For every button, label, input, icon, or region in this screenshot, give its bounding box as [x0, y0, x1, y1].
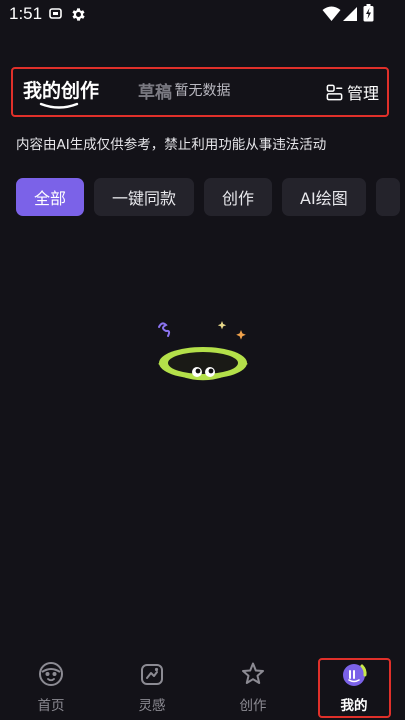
status-time: 1:51	[9, 4, 43, 23]
filter-chip-create[interactable]: 创作	[204, 178, 273, 216]
create-star-icon	[242, 662, 264, 684]
tab-active-indicator	[39, 102, 79, 109]
ai-disclaimer: 内容由AI生成仅供参考，禁止利用功能从事违法活动	[16, 137, 327, 153]
signal-icon	[343, 7, 357, 21]
nav-label-home: 首页	[37, 698, 65, 714]
nav-label-inspiration: 灵感	[138, 698, 166, 714]
empty-hole-illustration	[158, 321, 248, 381]
filter-chip-ai-drawing[interactable]: AI绘图	[282, 178, 366, 216]
empty-state-text: 暂无数据	[174, 83, 231, 99]
nav-item-inspiration[interactable]: 灵感	[112, 653, 192, 720]
home-face-icon	[39, 662, 63, 686]
filter-chip-all[interactable]: 全部	[16, 178, 85, 216]
filter-chips: 全部 一键同款 创作 AI绘图	[16, 178, 405, 218]
filter-chip-one-click[interactable]: 一键同款	[94, 178, 195, 216]
battery-icon	[363, 4, 374, 22]
nav-item-home[interactable]: 首页	[11, 653, 91, 720]
settings-gear-icon	[72, 8, 85, 21]
status-bar: 1:51	[0, 0, 405, 30]
nav-item-create[interactable]: 创作	[213, 653, 293, 720]
notification-icon	[49, 8, 62, 19]
profile-highlight-box	[318, 658, 391, 718]
filter-chip-more[interactable]	[375, 178, 400, 216]
inspiration-icon	[141, 664, 163, 685]
wifi-icon	[322, 6, 341, 21]
nav-label-create: 创作	[239, 698, 267, 714]
